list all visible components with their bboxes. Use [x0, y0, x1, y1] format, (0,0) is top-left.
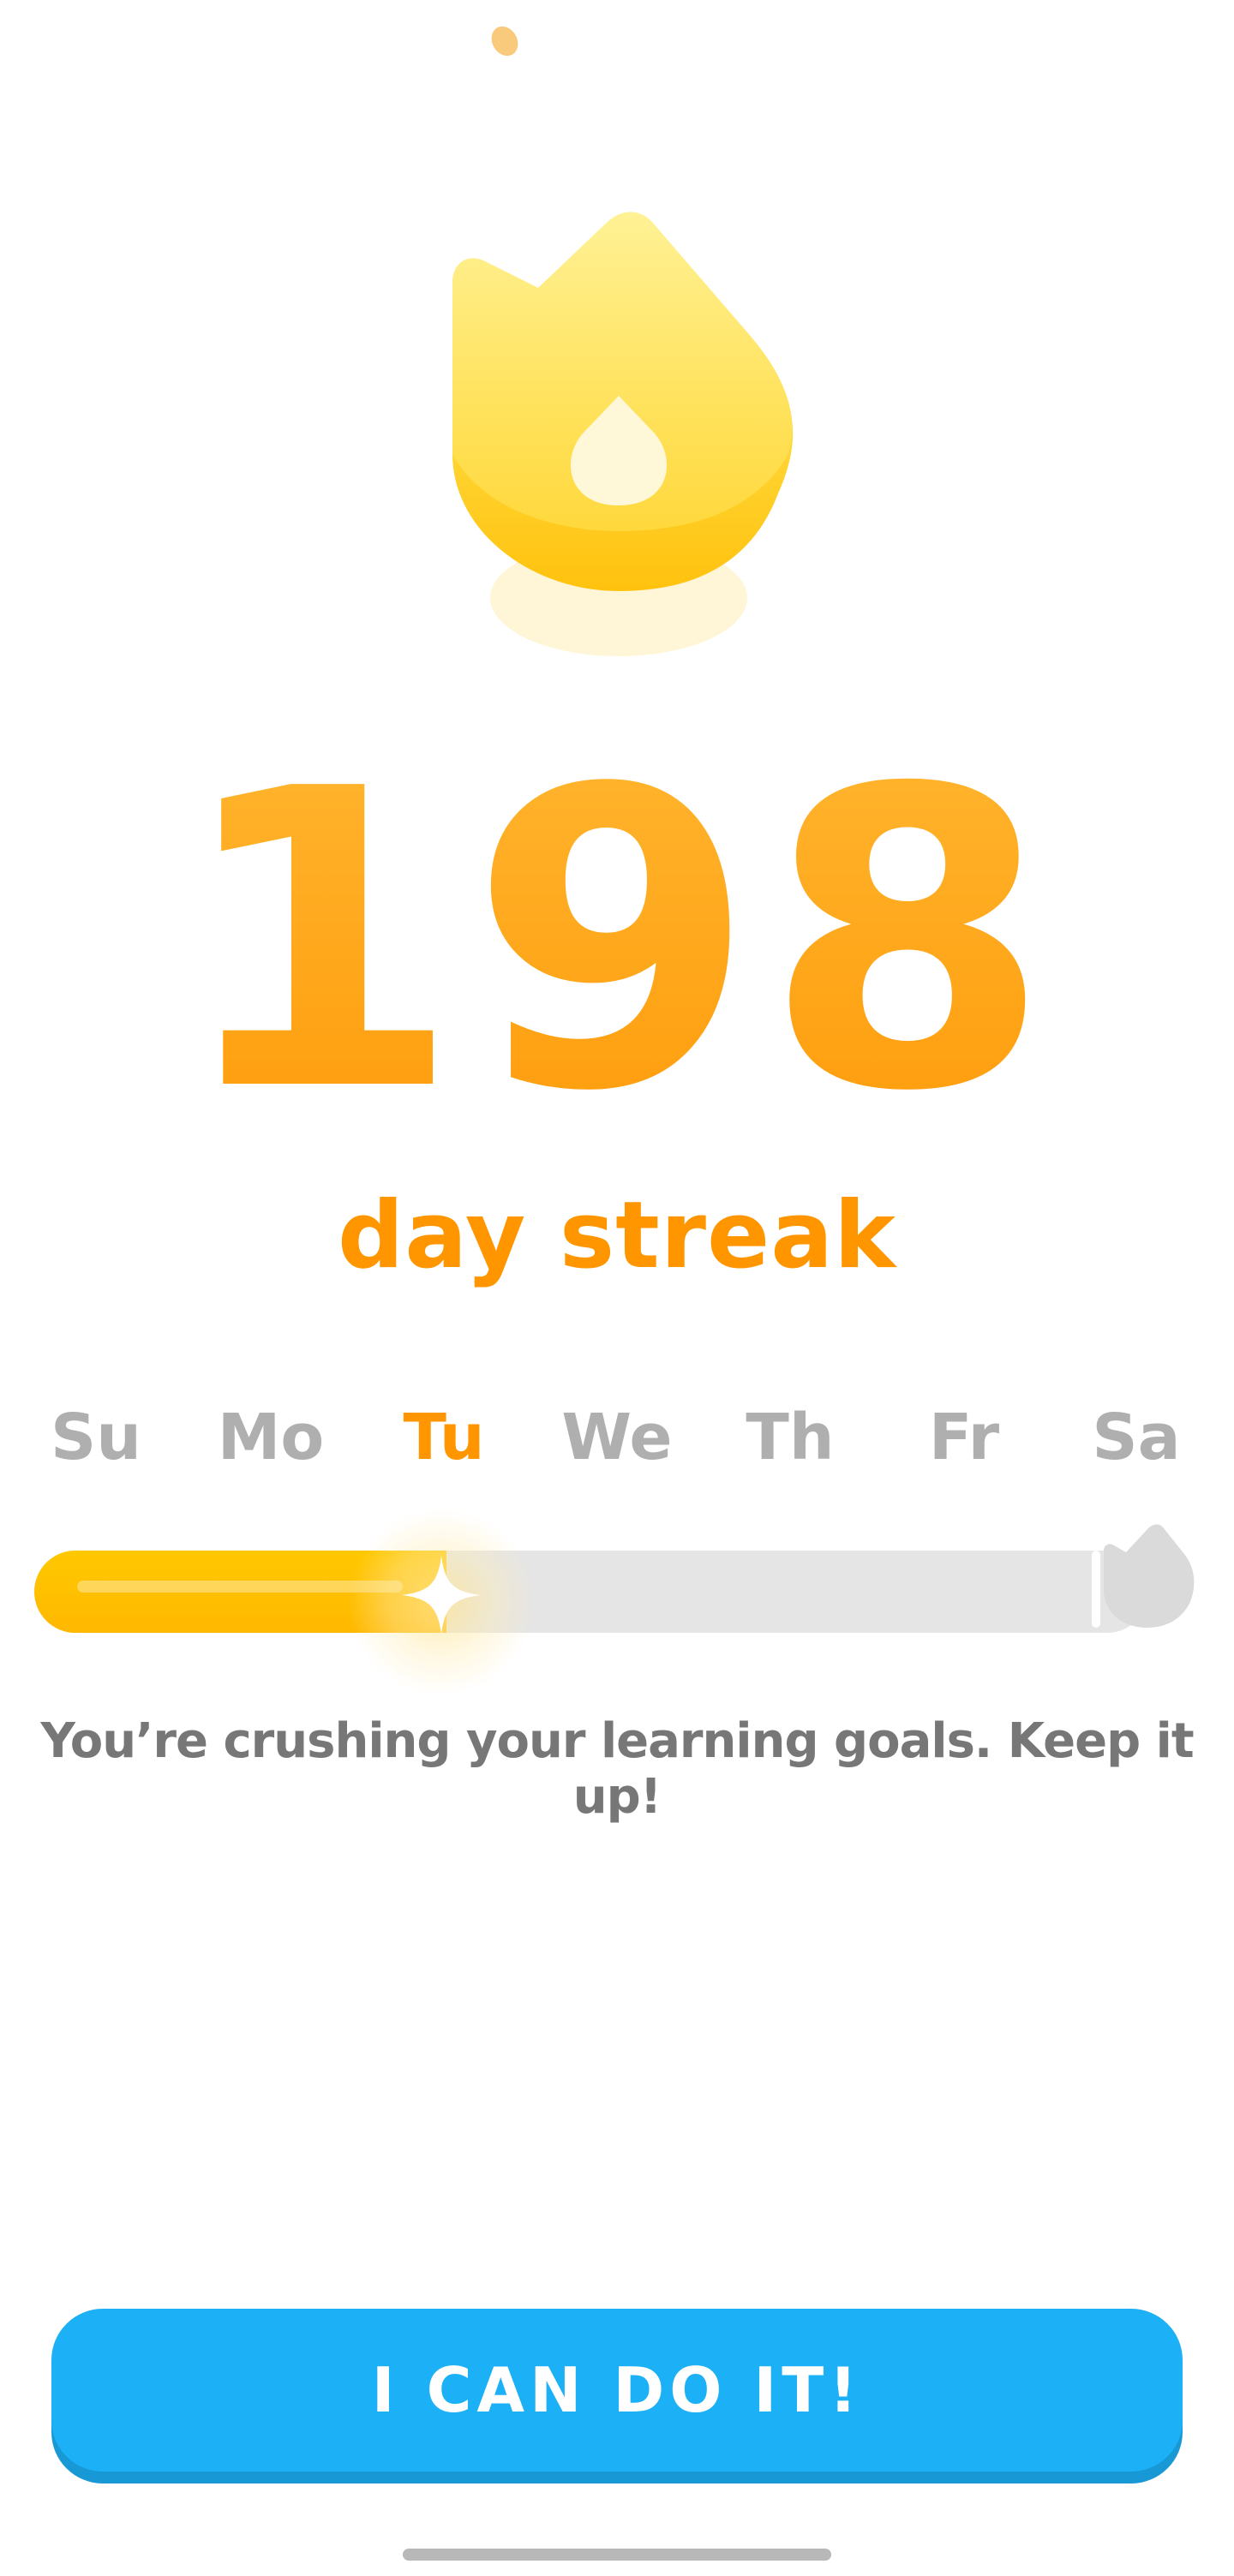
i-can-do-it-button[interactable]: I CAN DO IT! [51, 2309, 1183, 2471]
goal-flame-icon [1088, 1516, 1200, 1645]
week-days-row: Su Mo Tu We Th Fr Sa [0, 1401, 1234, 1478]
day-label-saturday: Sa [1092, 1401, 1181, 1474]
day-label-sunday: Su [51, 1401, 141, 1474]
streak-label: day streak [338, 1182, 896, 1289]
sparkle-icon [398, 1552, 484, 1638]
status-indicator-dot [486, 21, 524, 61]
day-label-monday: Mo [217, 1401, 325, 1474]
day-label-wednesday: We [561, 1401, 673, 1474]
home-indicator [403, 2549, 831, 2561]
streak-count: 198 [0, 737, 1234, 1148]
day-label-friday: Fr [928, 1401, 1000, 1474]
day-label-thursday: Th [746, 1401, 835, 1474]
encouragement-message: You’re crushing your learning goals. Kee… [40, 1713, 1194, 1825]
day-label-tuesday: Tu [403, 1401, 485, 1474]
streak-flame-icon [428, 206, 806, 685]
